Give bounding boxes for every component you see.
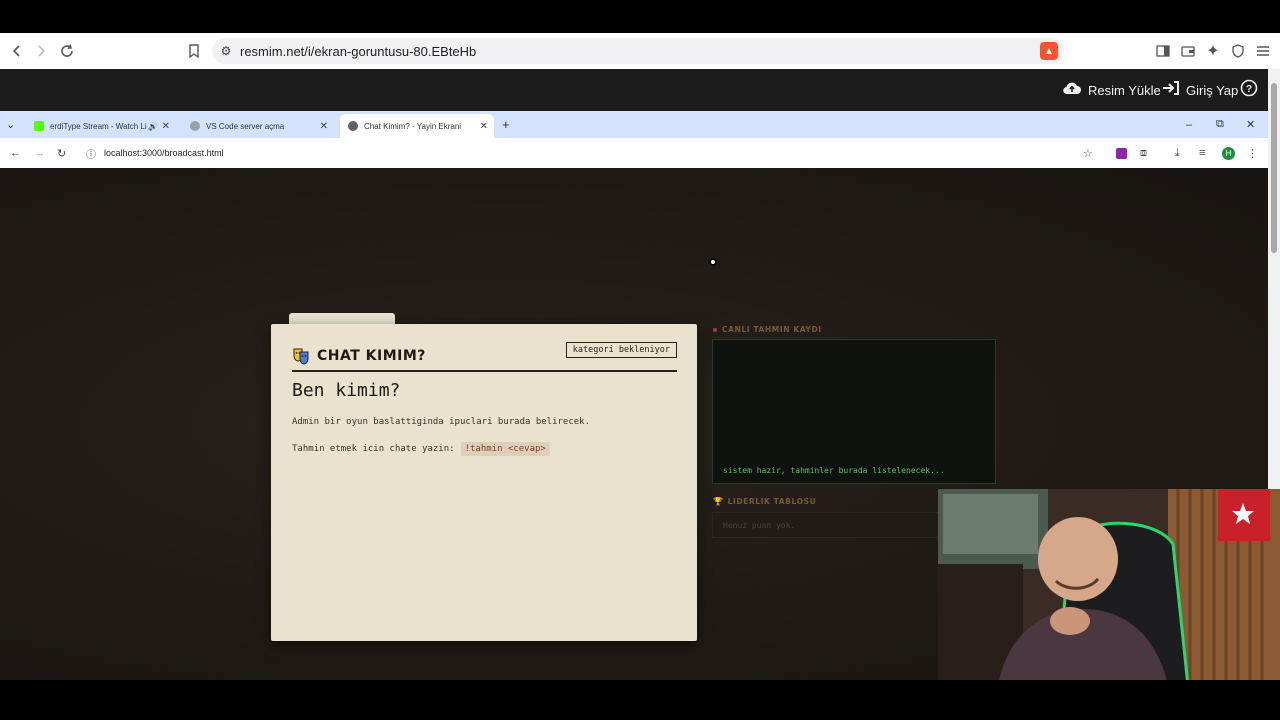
- media-control-icon[interactable]: ≡: [1199, 138, 1205, 168]
- help-button[interactable]: ?: [1240, 69, 1258, 111]
- vpn-shield-icon[interactable]: [1229, 33, 1247, 69]
- guess-hint-text: Tahmin etmek icin chate yazin:: [292, 444, 455, 454]
- inner-url-text: localhost:3000/broadcast.html: [104, 148, 224, 158]
- inner-reload-icon[interactable]: ↻: [57, 138, 66, 168]
- scrollbar-thumb[interactable]: [1271, 83, 1277, 253]
- site-settings-icon[interactable]: ⚙: [212, 44, 240, 58]
- log-status-line: sistem hazir, tahminler burada listelene…: [723, 466, 945, 475]
- download-icon[interactable]: ⤓: [1175, 138, 1180, 168]
- card-title: CHAT KIMIM?: [317, 348, 426, 364]
- page-scrollbar[interactable]: [1268, 69, 1280, 490]
- trophy-icon: 🏆: [713, 497, 724, 506]
- card-heading: Ben kimim?: [292, 380, 401, 401]
- upload-image-button[interactable]: Resim Yükle: [1062, 69, 1161, 111]
- info-icon[interactable]: ⓘ: [86, 146, 96, 161]
- leaderboard-empty: Henuz puan yok.: [723, 520, 796, 530]
- site-header: Resim Yükle Giriş Yap ?: [0, 69, 1268, 111]
- mouse-cursor: [709, 258, 717, 266]
- card-header: CHAT KIMIM? kategori bekleniyor: [292, 342, 677, 372]
- screen-bottom-border: [0, 680, 1280, 720]
- new-tab-icon[interactable]: +: [502, 111, 510, 138]
- speaker-icon[interactable]: 🔊: [148, 122, 158, 131]
- cloud-upload-icon: [1062, 81, 1082, 100]
- restore-icon[interactable]: ⧉: [1216, 111, 1224, 138]
- extension-colored-icon[interactable]: [1116, 138, 1127, 168]
- leaderboard-header: 🏆 LIDERLIK TABLOSU: [713, 497, 816, 506]
- tab-kick-stream[interactable]: erdiType Stream - Watch Li 🔊 ✕: [26, 114, 176, 138]
- screen-top-border: [0, 0, 1280, 33]
- outer-url-text: resmim.net/i/ekran-goruntusu-80.EBteHb: [240, 43, 477, 59]
- forward-icon[interactable]: [30, 33, 52, 69]
- live-log-label: CANLI TAHMIN KAYDI: [722, 325, 822, 334]
- inner-forward-icon[interactable]: →: [34, 138, 45, 168]
- close-tab-icon[interactable]: ✕: [320, 121, 328, 132]
- close-window-icon[interactable]: ✕: [1246, 111, 1255, 138]
- category-badge: kategori bekleniyor: [565, 342, 677, 358]
- star-bookmark-icon[interactable]: ☆: [1083, 138, 1093, 168]
- tab-chat-kimim[interactable]: Chat Kimim? - Yayin Ekrani ✕: [340, 114, 494, 138]
- outer-browser-toolbar: ⚙ resmim.net/i/ekran-goruntusu-80.EBteHb…: [0, 33, 1280, 69]
- leo-ai-icon[interactable]: ✦: [1204, 33, 1222, 69]
- inner-address-toolbar: ← → ↻ ⓘ localhost:3000/broadcast.html ☆ …: [0, 138, 1268, 168]
- sidebar-icon[interactable]: [1154, 33, 1172, 69]
- live-indicator-dot: [713, 328, 717, 332]
- brave-shields-icon[interactable]: ▲: [1040, 42, 1058, 60]
- inner-address-bar[interactable]: ⓘ localhost:3000/broadcast.html: [80, 142, 1110, 164]
- guess-command: !tahmin <cevap>: [460, 442, 550, 456]
- upload-image-label: Resim Yükle: [1088, 82, 1161, 98]
- tab-label: VS Code server açma: [206, 121, 285, 131]
- theater-masks-icon: [292, 347, 310, 365]
- help-circle-icon: ?: [1240, 79, 1258, 102]
- live-log-panel: sistem hazir, tahminler burada listelene…: [712, 339, 996, 484]
- extensions-puzzle-icon[interactable]: ⧈: [1140, 138, 1147, 168]
- svg-text:?: ?: [1246, 84, 1252, 95]
- tab-vscode[interactable]: VS Code server açma ✕: [182, 114, 334, 138]
- leaderboard-panel: Henuz puan yok.: [712, 512, 942, 538]
- minimize-icon[interactable]: –: [1186, 111, 1192, 138]
- bookmark-icon[interactable]: [184, 33, 204, 69]
- login-button[interactable]: Giriş Yap: [1162, 69, 1238, 111]
- globe-favicon-icon: [348, 121, 358, 131]
- wallet-icon[interactable]: [1179, 33, 1197, 69]
- tab-label: erdiType Stream - Watch Li: [50, 121, 147, 131]
- tab-search-icon[interactable]: ⌄: [6, 111, 15, 138]
- kick-favicon-icon: [34, 121, 44, 131]
- inner-back-icon[interactable]: ←: [10, 138, 21, 168]
- back-icon[interactable]: [6, 33, 28, 69]
- outer-address-bar[interactable]: ⚙ resmim.net/i/ekran-goruntusu-80.EBteHb…: [212, 38, 1064, 64]
- game-card: CHAT KIMIM? kategori bekleniyor Ben kimi…: [271, 324, 697, 641]
- menu-icon[interactable]: [1254, 33, 1272, 69]
- kebab-menu-icon[interactable]: ⋮: [1247, 138, 1258, 168]
- leaderboard-label: LIDERLIK TABLOSU: [727, 497, 817, 506]
- card-instructions: Admin bir oyun baslattiginda ipuclari bu…: [292, 417, 591, 427]
- login-label: Giriş Yap: [1186, 82, 1239, 98]
- tab-label: Chat Kimim? - Yayin Ekrani: [364, 121, 462, 131]
- close-tab-icon[interactable]: ✕: [162, 121, 170, 132]
- card-guess-hint: Tahmin etmek icin chate yazin: !tahmin <…: [292, 442, 550, 456]
- inner-tab-strip: ⌄ erdiType Stream - Watch Li 🔊 ✕ VS Code…: [0, 111, 1268, 138]
- sign-in-icon: [1162, 80, 1180, 100]
- close-tab-icon[interactable]: ✕: [480, 121, 488, 132]
- profile-avatar[interactable]: H: [1222, 138, 1235, 168]
- globe-favicon-icon: [190, 121, 200, 131]
- webcam-overlay: [938, 489, 1280, 686]
- reload-icon[interactable]: [56, 33, 78, 69]
